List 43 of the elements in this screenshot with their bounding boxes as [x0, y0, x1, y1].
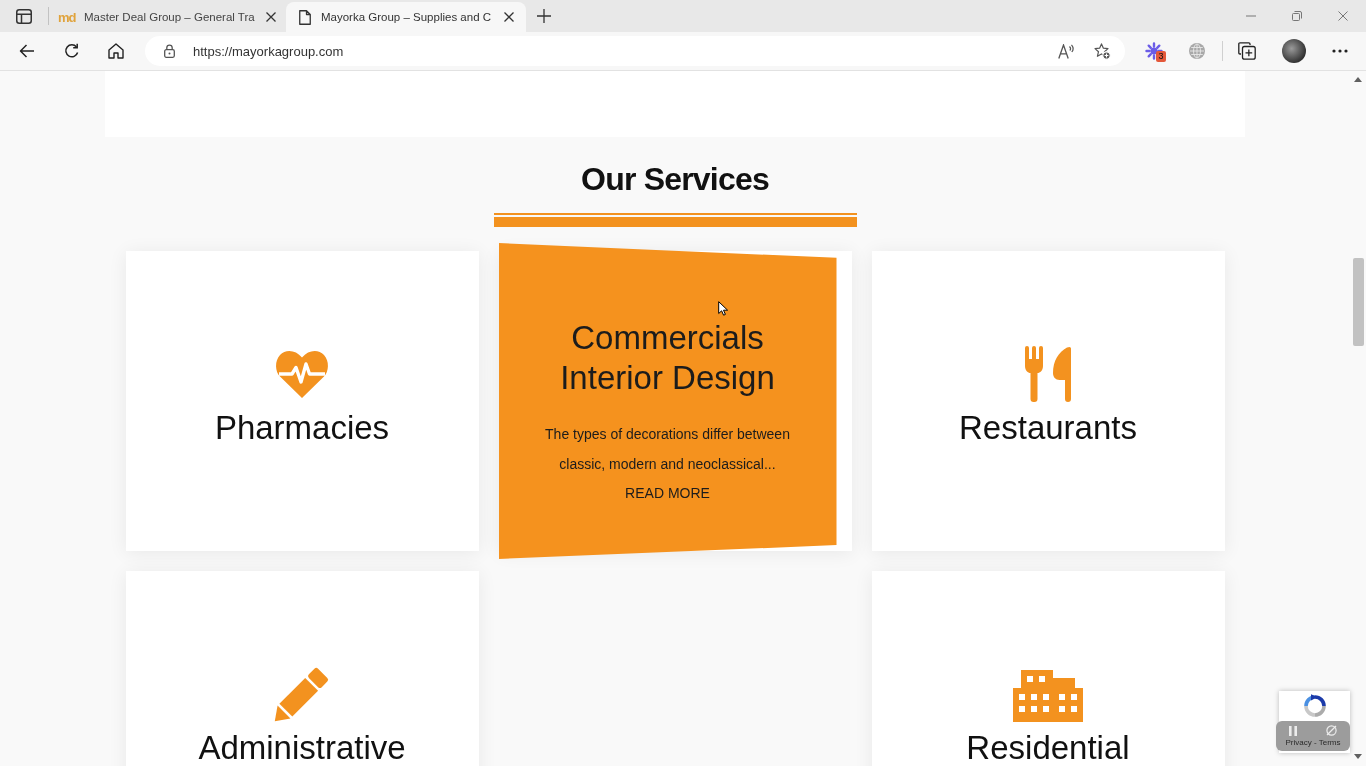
browser-tab[interactable]: Mayorka Group – Supplies and C — [286, 2, 526, 32]
service-title: Pharmacies — [214, 408, 390, 448]
more-icon[interactable] — [1332, 49, 1348, 53]
home-icon[interactable] — [108, 43, 124, 59]
read-aloud-icon[interactable] — [1058, 43, 1075, 59]
close-icon[interactable] — [504, 12, 514, 22]
heart-pulse-icon — [274, 349, 330, 399]
service-card[interactable]: Administrative — [125, 571, 479, 766]
notification-badge: 3 — [1156, 51, 1166, 62]
scrollbar-thumb[interactable] — [1352, 258, 1364, 346]
lock-icon[interactable] — [164, 44, 175, 58]
read-more-link[interactable]: READ MORE — [625, 483, 710, 503]
pencil-icon — [274, 666, 330, 722]
scroll-up-icon[interactable] — [1354, 77, 1362, 82]
section-heading: Our Services — [581, 160, 769, 199]
restore-icon[interactable] — [1292, 11, 1302, 21]
service-title: Administrative — [198, 728, 406, 766]
scroll-down-icon[interactable] — [1354, 754, 1362, 759]
avatar-icon[interactable] — [1282, 39, 1306, 63]
service-description: The types of decorations differ between classic, modern and neoclassical... — [544, 425, 791, 474]
browser-tab[interactable]: md Master Deal Group – General Tra — [49, 2, 286, 32]
new-tab-icon[interactable] — [537, 9, 551, 23]
service-title: Restaurants — [959, 408, 1137, 448]
back-icon[interactable] — [19, 44, 35, 58]
service-title: Residential — [966, 728, 1130, 766]
squares-plus-icon[interactable] — [1238, 42, 1256, 60]
url-text: https://mayorkagroup.com — [193, 43, 344, 59]
burst-icon[interactable] — [1145, 42, 1163, 60]
service-title: Commercials Interior Design — [559, 318, 776, 398]
service-card[interactable]: Residential — [871, 571, 1225, 766]
star-plus-icon[interactable] — [1094, 42, 1111, 60]
window-icon[interactable] — [16, 8, 32, 24]
circular-arrows-icon — [1302, 694, 1327, 718]
cursor-icon — [717, 301, 729, 316]
site-logo: md — [58, 9, 76, 25]
service-card[interactable]: Restaurants — [871, 251, 1225, 551]
fork-knife-icon — [1025, 346, 1071, 402]
service-card[interactable]: Pharmacies — [125, 251, 479, 551]
document-icon — [299, 9, 311, 25]
recaptcha-links[interactable]: Privacy - Terms — [1285, 738, 1341, 748]
address-field[interactable]: https://mayorkagroup.com — [145, 36, 1125, 66]
close-icon[interactable] — [266, 12, 276, 22]
refresh-icon[interactable] — [64, 43, 80, 59]
